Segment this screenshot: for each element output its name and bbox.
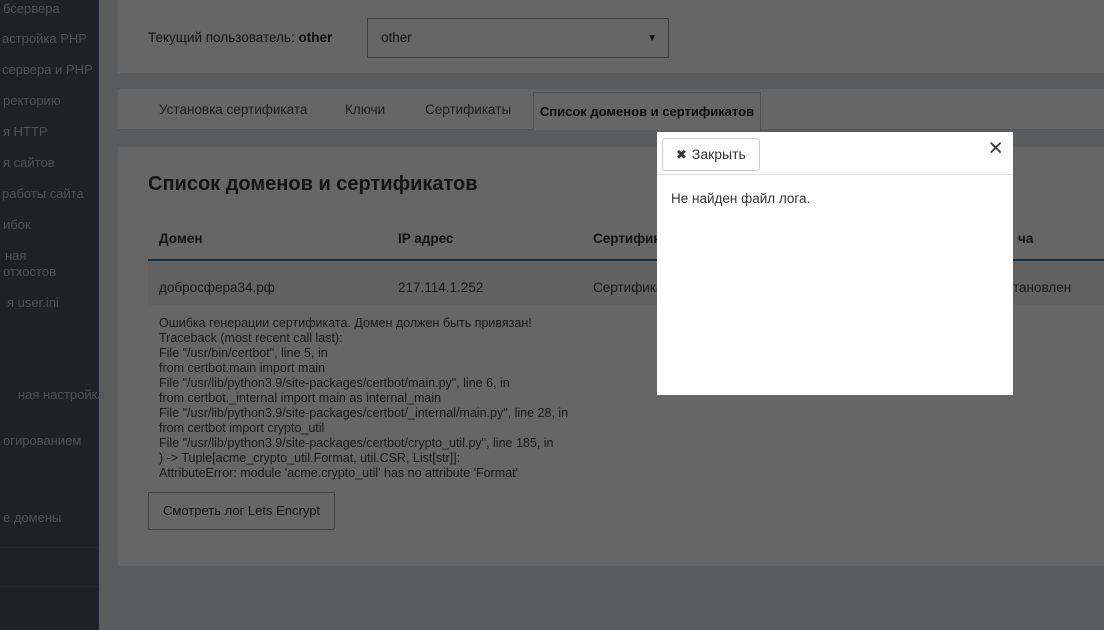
- modal-close-button-label: Закрыть: [692, 146, 746, 162]
- modal-body: Не найден файл лога.: [657, 175, 1013, 222]
- modal-close-button[interactable]: ✖ Закрыть: [662, 138, 760, 171]
- app-root: бсервера астройка PHP сервера и PHP рект…: [0, 0, 1104, 630]
- modal-message: Не найден файл лога.: [671, 191, 810, 206]
- modal-corner-close-icon[interactable]: ×: [988, 134, 1003, 162]
- modal-header: ✖ Закрыть ×: [657, 132, 1013, 175]
- log-modal: ✖ Закрыть × Не найден файл лога.: [657, 132, 1013, 395]
- close-icon: ✖: [676, 147, 687, 162]
